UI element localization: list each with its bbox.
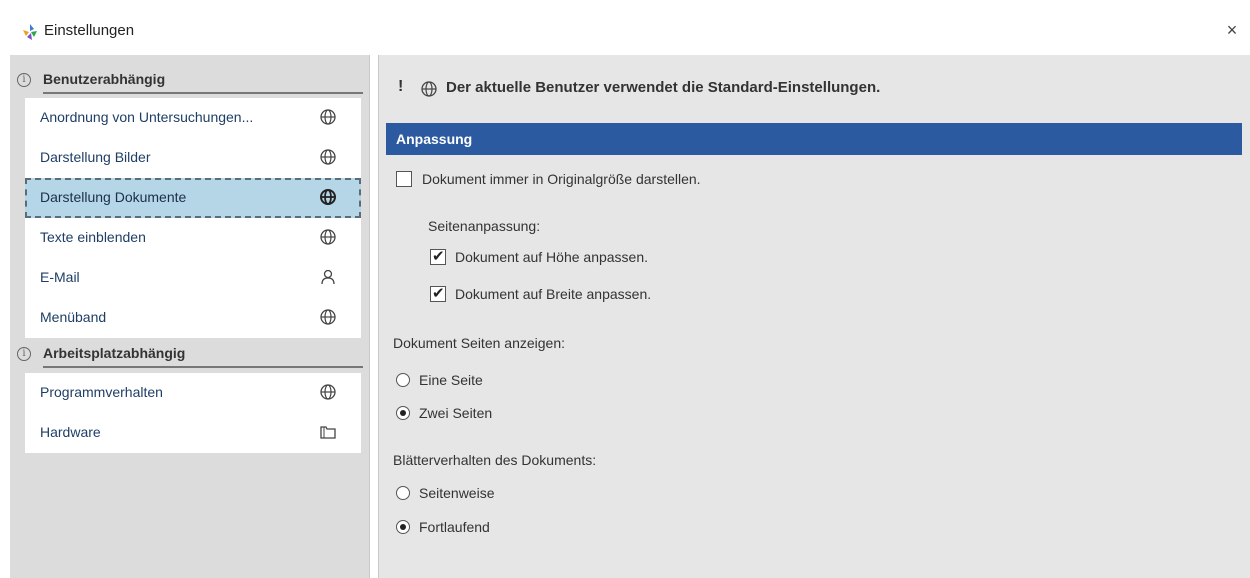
check-icon: ✔ <box>432 248 445 265</box>
sidebar-item-label: Texte einblenden <box>40 229 146 245</box>
group-header-user: i Benutzerabhängig <box>15 68 363 96</box>
window-title: Einstellungen <box>44 22 135 39</box>
title-bar: Einstellungen × <box>0 0 1250 52</box>
settings-window: Einstellungen × i Benutzerabhängig Anord… <box>0 0 1250 578</box>
close-button[interactable]: × <box>1218 16 1246 44</box>
sidebar-item-darstellung-dokumente[interactable]: Darstellung Dokumente <box>25 178 361 218</box>
check-icon: ✔ <box>432 285 445 302</box>
radio-dot <box>400 524 406 530</box>
sidebar-item-label: Darstellung Bilder <box>40 149 151 165</box>
section-header: Anpassung <box>386 123 1242 155</box>
radio-page-wise-label: Seitenweise <box>419 485 495 501</box>
fit-width-checkbox[interactable]: ✔ <box>430 285 446 302</box>
sidebar-item-label: Programmverhalten <box>40 384 163 400</box>
group-header-workstation: i Arbeitsplatzabhängig <box>15 342 363 370</box>
info-icon: i <box>17 347 31 361</box>
info-icon: i <box>17 73 31 87</box>
sidebar-item-label: Darstellung Dokumente <box>40 189 187 205</box>
sidebar-item-programmverhalten[interactable]: Programmverhalten <box>25 373 361 413</box>
sidebar-item-label: Menüband <box>40 309 107 325</box>
sidebar-item-anordnung[interactable]: Anordnung von Untersuchungen... <box>25 98 361 138</box>
radio-continuous[interactable] <box>396 520 410 534</box>
sidebar-item-hardware[interactable]: Hardware <box>25 413 361 453</box>
radio-one-page[interactable] <box>396 373 410 387</box>
warning-mark: ! <box>398 78 404 95</box>
sidebar-item-label: E-Mail <box>40 269 80 285</box>
fit-width-label: Dokument auf Breite anpassen. <box>455 286 652 302</box>
globe-icon <box>421 81 437 97</box>
group-label: Benutzerabhängig <box>43 71 166 87</box>
radio-dot <box>400 410 406 416</box>
original-size-label: Dokument immer in Originalgröße darstell… <box>422 171 701 187</box>
app-logo-icon <box>23 24 37 40</box>
group-label: Arbeitsplatzabhängig <box>43 345 186 361</box>
sidebar-list-user: Anordnung von Untersuchungen... Darstell… <box>25 98 361 338</box>
sidebar-item-menueband[interactable]: Menüband <box>25 298 361 338</box>
globe-icon <box>320 109 336 125</box>
original-size-checkbox[interactable] <box>396 171 412 187</box>
globe-icon <box>320 229 336 245</box>
radio-continuous-label: Fortlaufend <box>419 519 490 535</box>
scroll-heading: Blätterverhalten des Dokuments: <box>393 452 597 468</box>
radio-one-page-label: Eine Seite <box>419 372 483 388</box>
divider <box>43 92 363 94</box>
sidebar-item-label: Anordnung von Untersuchungen... <box>40 109 254 125</box>
radio-page-wise[interactable] <box>396 486 410 500</box>
fit-height-checkbox[interactable]: ✔ <box>430 248 446 265</box>
fit-heading: Seitenanpassung: <box>428 218 541 234</box>
globe-icon <box>320 309 336 325</box>
sidebar-item-darstellung-bilder[interactable]: Darstellung Bilder <box>25 138 361 178</box>
sidebar-item-texte-einblenden[interactable]: Texte einblenden <box>25 218 361 258</box>
sidebar-list-workstation: Programmverhalten Hardware <box>25 373 361 453</box>
folder-icon <box>320 426 336 439</box>
section-title: Anpassung <box>396 131 473 147</box>
fit-height-label: Dokument auf Höhe anpassen. <box>455 249 649 265</box>
globe-icon <box>320 149 336 165</box>
globe-icon <box>320 384 336 400</box>
globe-icon <box>320 189 336 205</box>
pages-heading: Dokument Seiten anzeigen: <box>393 335 565 351</box>
divider <box>43 366 363 368</box>
radio-two-pages[interactable] <box>396 406 410 420</box>
sidebar-item-label: Hardware <box>40 424 101 440</box>
radio-two-pages-label: Zwei Seiten <box>419 405 493 421</box>
notice-text: Der aktuelle Benutzer verwendet die Stan… <box>446 79 881 96</box>
sidebar-item-email[interactable]: E-Mail <box>25 258 361 298</box>
user-icon <box>321 269 335 285</box>
